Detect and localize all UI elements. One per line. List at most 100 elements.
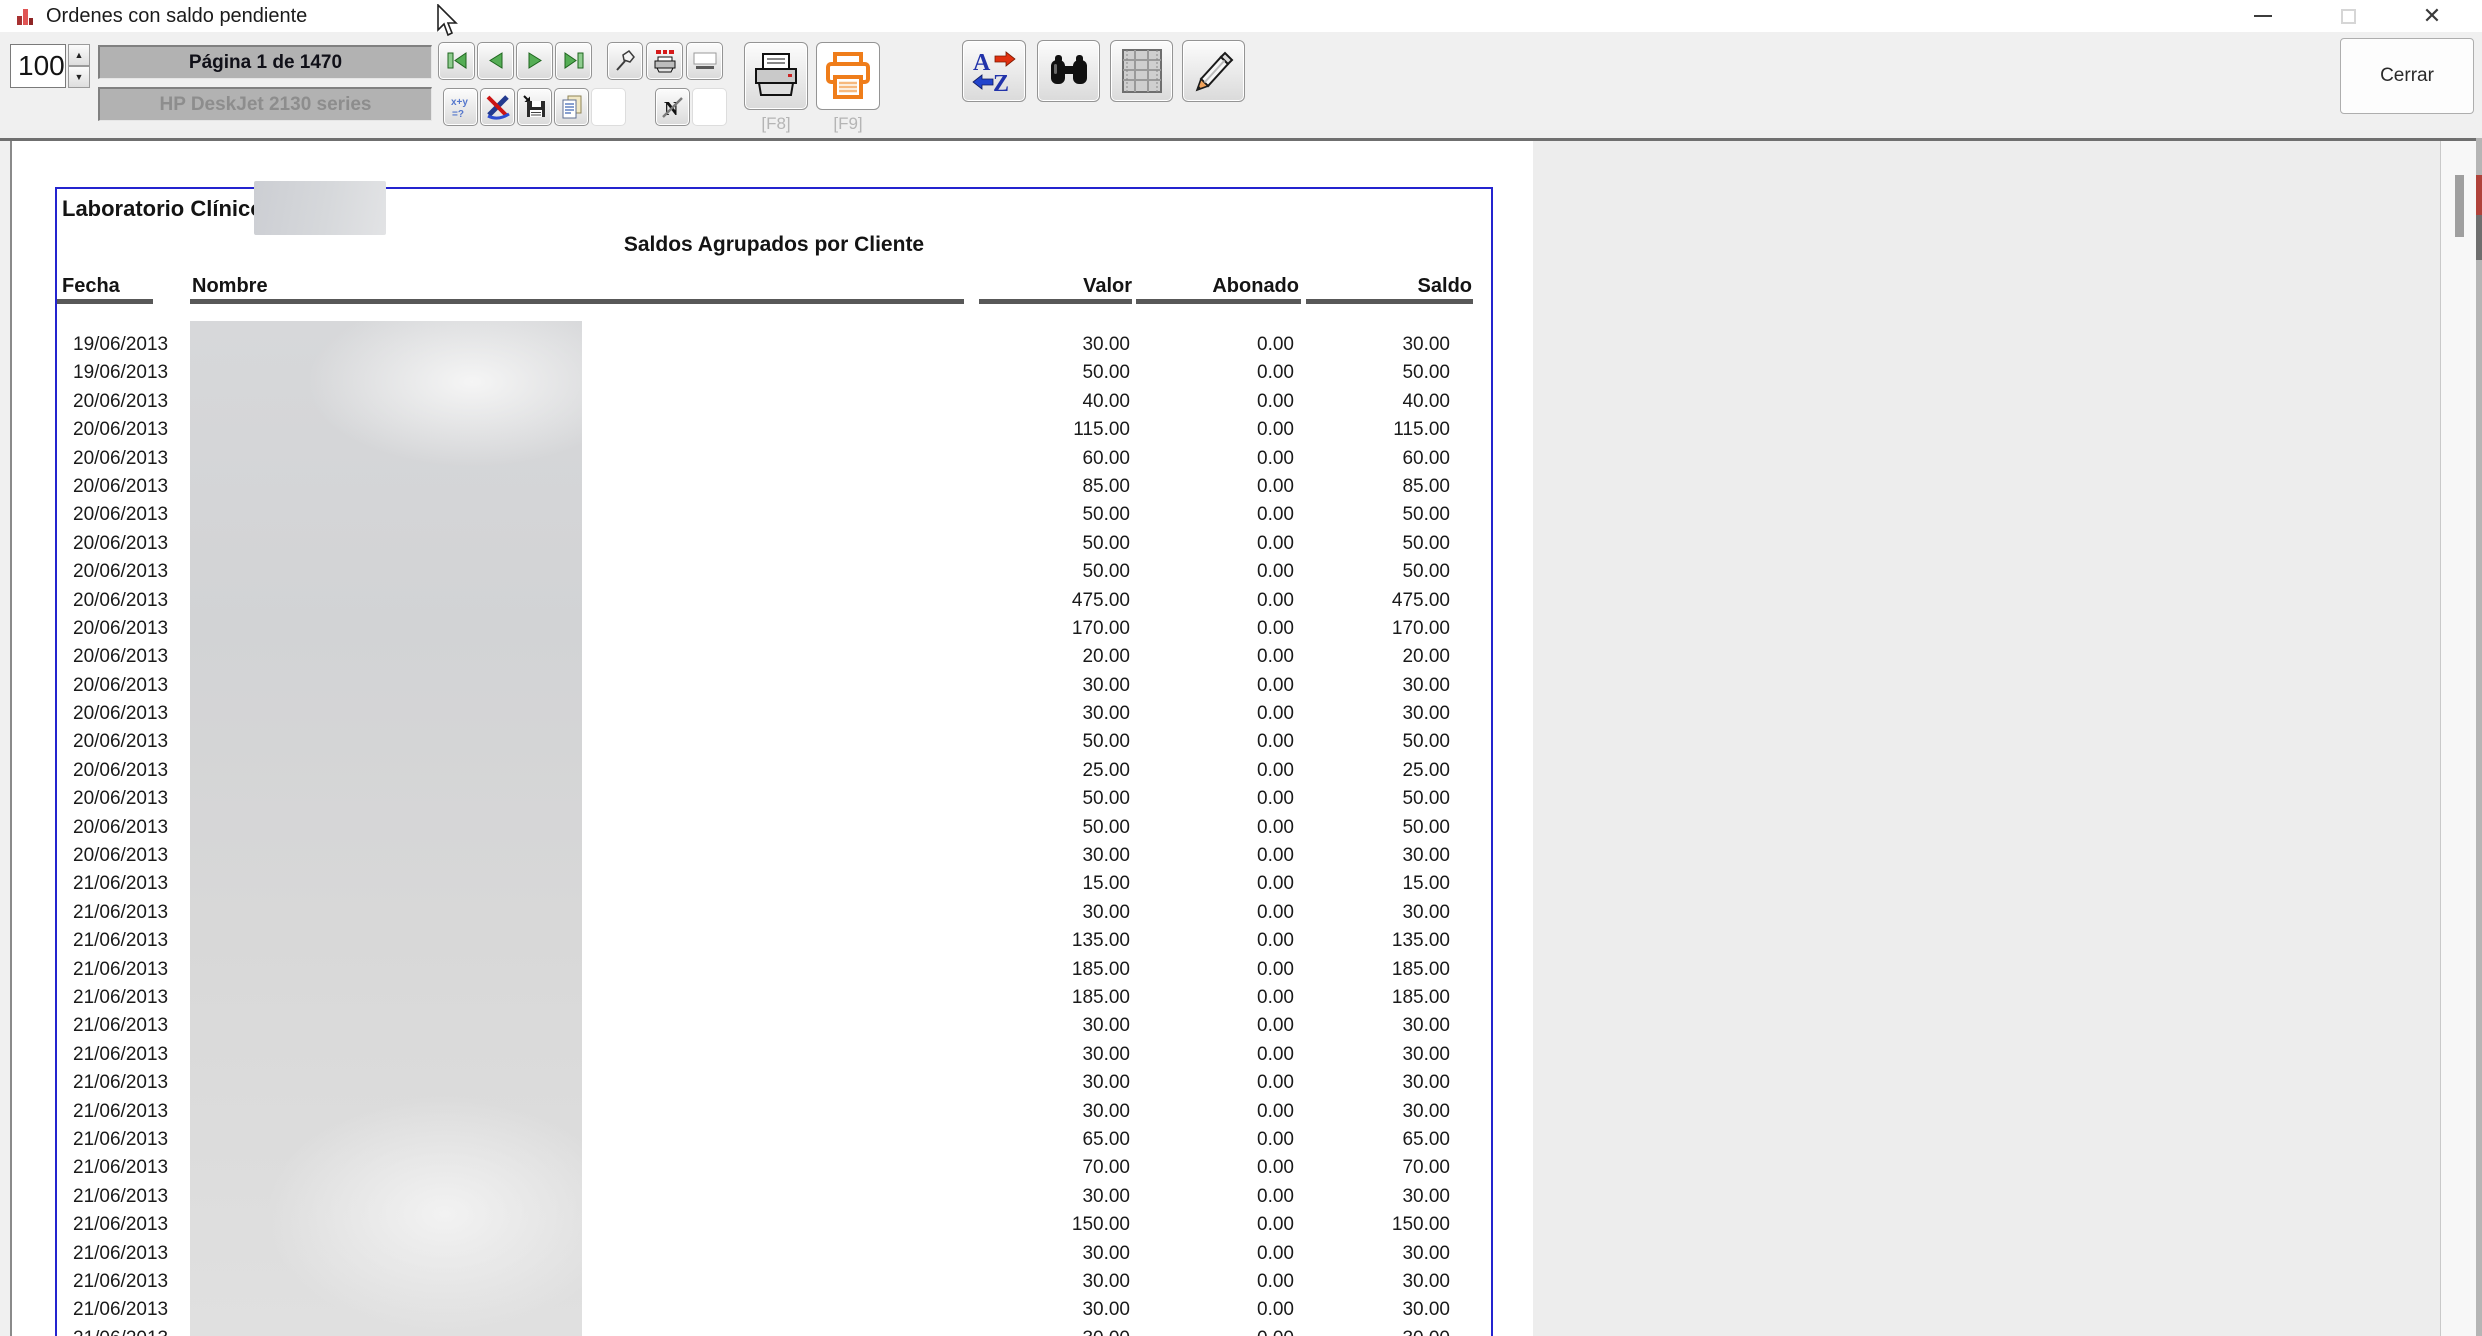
table-cell-date: 20/06/2013 xyxy=(73,476,168,498)
table-cell-date: 20/06/2013 xyxy=(73,533,168,555)
previous-page-button[interactable] xyxy=(477,42,514,80)
table-cell-date: 20/06/2013 xyxy=(73,618,168,640)
maximize-button[interactable] xyxy=(2331,0,2365,32)
table-cell-abonado: 0.00 xyxy=(1114,504,1294,526)
table-cell-saldo: 30.00 xyxy=(1270,1299,1450,1321)
annotate-icon: N xyxy=(660,94,686,120)
cerrar-button[interactable]: Cerrar xyxy=(2340,38,2474,114)
grid-icon xyxy=(1121,48,1163,94)
printer-name-field: HP DeskJet 2130 series xyxy=(98,87,432,121)
svg-text:A: A xyxy=(973,50,991,76)
column-header-fecha: Fecha xyxy=(62,275,120,298)
table-cell-date: 21/06/2013 xyxy=(73,902,168,924)
table-cell-saldo: 185.00 xyxy=(1270,959,1450,981)
pin-button[interactable] xyxy=(607,42,643,80)
table-cell-date: 20/06/2013 xyxy=(73,419,168,441)
mouse-cursor xyxy=(437,4,463,40)
report-page: Laboratorio Clínico Saldos Agrupados por… xyxy=(12,141,1533,1336)
table-cell-saldo: 30.00 xyxy=(1270,845,1450,867)
table-cell-date: 20/06/2013 xyxy=(73,731,168,753)
annotate-button[interactable]: N xyxy=(655,88,690,126)
table-cell-saldo: 170.00 xyxy=(1270,618,1450,640)
table-cell-valor: 50.00 xyxy=(950,362,1130,384)
table-cell-date: 20/06/2013 xyxy=(73,788,168,810)
table-cell-date: 21/06/2013 xyxy=(73,873,168,895)
table-cell-valor: 30.00 xyxy=(950,1101,1130,1123)
table-cell-valor: 50.00 xyxy=(950,788,1130,810)
zoom-input[interactable]: 100 xyxy=(10,44,66,88)
offscreen-window-sliver xyxy=(2476,38,2482,1336)
first-page-button[interactable] xyxy=(438,42,475,80)
scrollbar-thumb[interactable] xyxy=(2455,175,2464,237)
next-page-button[interactable] xyxy=(516,42,553,80)
table-cell-valor: 30.00 xyxy=(950,1328,1130,1336)
blank-button-1[interactable] xyxy=(591,88,626,126)
table-cell-valor: 30.00 xyxy=(950,1015,1130,1037)
minimize-button[interactable] xyxy=(2246,0,2280,32)
sort-az-icon: A Z xyxy=(971,48,1017,94)
table-cell-valor: 475.00 xyxy=(950,590,1130,612)
last-page-button[interactable] xyxy=(555,42,592,80)
vertical-scrollbar[interactable] xyxy=(2441,141,2476,1336)
table-cell-valor: 30.00 xyxy=(950,845,1130,867)
table-cell-valor: 60.00 xyxy=(950,448,1130,470)
table-cell-valor: 15.00 xyxy=(950,873,1130,895)
first-page-icon xyxy=(445,51,469,71)
table-cell-saldo: 25.00 xyxy=(1270,760,1450,782)
table-cell-saldo: 475.00 xyxy=(1270,590,1450,612)
table-cell-saldo: 115.00 xyxy=(1270,419,1450,441)
print-direct-icon xyxy=(823,51,873,101)
zoom-spinner: ▲ ▼ xyxy=(68,44,90,88)
table-cell-abonado: 0.00 xyxy=(1114,959,1294,981)
header-rule-saldo xyxy=(1306,299,1473,304)
table-cell-saldo: 60.00 xyxy=(1270,448,1450,470)
content-left-margin xyxy=(0,141,12,1336)
table-cell-abonado: 0.00 xyxy=(1114,1129,1294,1151)
export-excel-icon xyxy=(484,94,512,120)
column-header-abonado: Abonado xyxy=(1119,275,1299,298)
page-width-button[interactable] xyxy=(686,42,723,80)
close-button[interactable]: ✕ xyxy=(2415,0,2449,32)
table-cell-valor: 170.00 xyxy=(950,618,1130,640)
table-cell-date: 21/06/2013 xyxy=(73,1157,168,1179)
printer-setup-icon xyxy=(652,48,678,74)
table-cell-abonado: 0.00 xyxy=(1114,703,1294,725)
zoom-up-button[interactable]: ▲ xyxy=(68,44,90,66)
formula-button[interactable]: x+y =? xyxy=(443,88,478,126)
table-cell-abonado: 0.00 xyxy=(1114,1157,1294,1179)
search-button[interactable] xyxy=(1037,40,1100,102)
table-cell-abonado: 0.00 xyxy=(1114,590,1294,612)
copy-button[interactable] xyxy=(554,88,589,126)
table-cell-abonado: 0.00 xyxy=(1114,1243,1294,1265)
print-direct-button[interactable] xyxy=(816,42,880,110)
table-cell-abonado: 0.00 xyxy=(1114,618,1294,640)
title-bar: Ordenes con saldo pendiente ✕ xyxy=(0,0,2482,32)
sort-button[interactable]: A Z xyxy=(962,40,1026,102)
table-cell-saldo: 30.00 xyxy=(1270,675,1450,697)
table-cell-abonado: 0.00 xyxy=(1114,1186,1294,1208)
table-cell-abonado: 0.00 xyxy=(1114,731,1294,753)
table-cell-abonado: 0.00 xyxy=(1114,1328,1294,1336)
zoom-down-button[interactable]: ▼ xyxy=(68,66,90,88)
table-cell-abonado: 0.00 xyxy=(1114,1015,1294,1037)
table-cell-abonado: 0.00 xyxy=(1114,476,1294,498)
grid-button[interactable] xyxy=(1110,40,1173,102)
maximize-icon xyxy=(2341,9,2356,24)
table-cell-abonado: 0.00 xyxy=(1114,1072,1294,1094)
save-button[interactable] xyxy=(517,88,552,126)
blank-button-2[interactable] xyxy=(692,88,727,126)
edit-button[interactable] xyxy=(1182,40,1245,102)
print-button[interactable] xyxy=(744,42,808,110)
table-cell-valor: 65.00 xyxy=(950,1129,1130,1151)
table-cell-valor: 30.00 xyxy=(950,902,1130,924)
table-cell-saldo: 20.00 xyxy=(1270,646,1450,668)
table-cell-abonado: 0.00 xyxy=(1114,873,1294,895)
printer-setup-button[interactable] xyxy=(646,42,683,80)
column-header-valor: Valor xyxy=(952,275,1132,298)
table-cell-valor: 50.00 xyxy=(950,817,1130,839)
table-cell-valor: 50.00 xyxy=(950,731,1130,753)
table-cell-abonado: 0.00 xyxy=(1114,391,1294,413)
table-cell-date: 21/06/2013 xyxy=(73,1072,168,1094)
table-cell-abonado: 0.00 xyxy=(1114,1214,1294,1236)
export-excel-button[interactable] xyxy=(480,88,515,126)
